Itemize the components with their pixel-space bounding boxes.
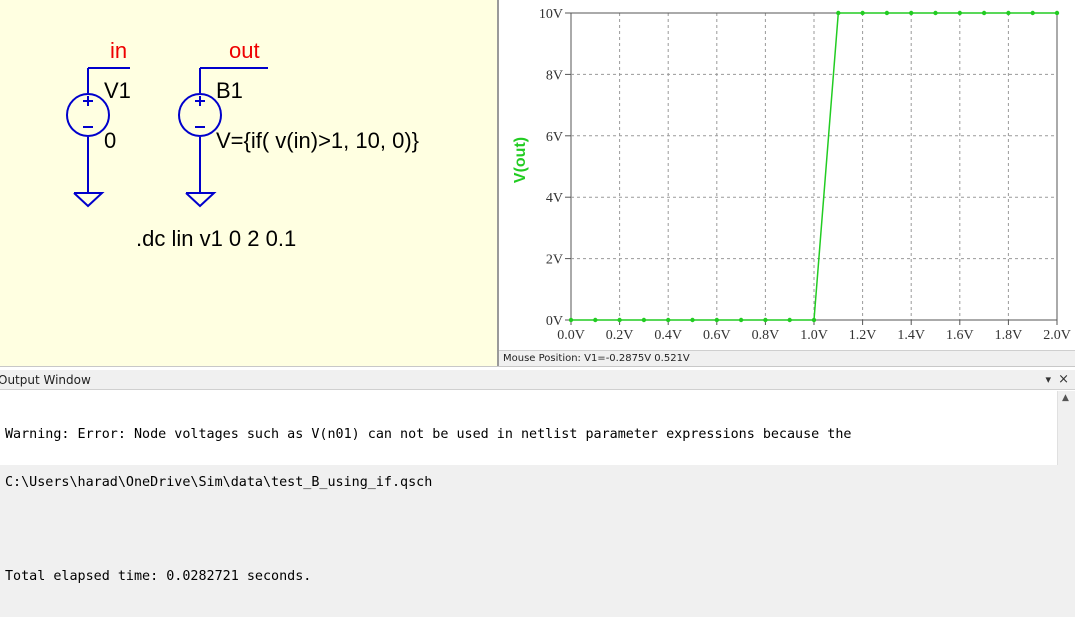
y-tick-label: 10V xyxy=(539,7,563,22)
x-tick-label: 1.2V xyxy=(849,328,877,343)
x-tick-label: 1.6V xyxy=(946,328,974,343)
trace-point[interactable] xyxy=(787,317,792,323)
scroll-up-icon[interactable]: ▲ xyxy=(1062,393,1069,403)
output-window-title: Output Window xyxy=(0,373,91,387)
trace-point[interactable] xyxy=(666,317,671,323)
y-tick-label: 8V xyxy=(546,68,563,83)
trace-point[interactable] xyxy=(1030,10,1035,16)
trace-point[interactable] xyxy=(933,10,938,16)
trace-point[interactable] xyxy=(714,317,719,323)
trace-point[interactable] xyxy=(641,317,647,323)
trace-point[interactable] xyxy=(981,10,987,16)
dropdown-icon[interactable]: ▾ xyxy=(1045,370,1051,390)
y-tick-label: 2V xyxy=(546,253,563,268)
trace-point[interactable] xyxy=(811,317,817,323)
net-label-out[interactable]: out xyxy=(229,40,260,62)
trace-point[interactable] xyxy=(957,10,962,16)
trace-point[interactable] xyxy=(1006,10,1011,16)
schematic-canvas[interactable]: in out V1 0 B1 V={if( v(in)>1, 10, 0)} .… xyxy=(0,0,497,366)
trace-point[interactable] xyxy=(1054,10,1060,16)
x-tick-label: 0.4V xyxy=(654,328,682,343)
y-axis-label[interactable]: V(out) xyxy=(512,137,529,183)
v1-value[interactable]: 0 xyxy=(104,130,116,152)
trace-point[interactable] xyxy=(568,317,574,323)
x-tick-label: 0.2V xyxy=(606,328,634,343)
ground-icon xyxy=(185,192,217,208)
ground-icon xyxy=(73,192,105,208)
y-tick-label: 4V xyxy=(546,191,563,206)
trace-point[interactable] xyxy=(884,10,890,16)
x-tick-label: 0.8V xyxy=(752,328,780,343)
plot-grid xyxy=(570,12,1058,321)
output-window: Output Window ▾ × Warning: Error: Node v… xyxy=(0,366,1075,584)
v1-name[interactable]: V1 xyxy=(104,80,131,102)
trace-point[interactable] xyxy=(738,317,744,323)
output-line: Warning: Error: Node voltages such as V(… xyxy=(5,427,852,442)
behavioral-source-icon[interactable] xyxy=(178,93,222,137)
trace-point[interactable] xyxy=(909,10,914,16)
voltage-source-icon[interactable] xyxy=(66,93,110,137)
trace-point[interactable] xyxy=(690,317,695,323)
x-tick-label: 0.6V xyxy=(703,328,731,343)
x-tick-label: 1.4V xyxy=(897,328,925,343)
plot-area[interactable]: V(out) 0V 2V 4V 6V 8V 10V 0.0V 0.2V 0.4V 0.6V 0.8… xyxy=(499,0,1075,350)
output-line: C:\Users\harad\OneDrive\Sim\data\test_B_… xyxy=(5,475,433,490)
x-tick-label: 1.0V xyxy=(800,328,828,343)
y-tick-label: 6V xyxy=(546,130,563,145)
output-line: Total elapsed time: 0.0282721 seconds. xyxy=(5,569,312,584)
y-tick-labels: 0V 2V 4V 6V 8V 10V xyxy=(539,7,571,329)
output-window-titlebar: Output Window ▾ × xyxy=(0,370,1075,390)
output-text[interactable]: Warning: Error: Node voltages such as V(… xyxy=(5,395,1057,617)
trace-point[interactable] xyxy=(593,317,598,323)
y-tick-label: 0V xyxy=(546,314,563,329)
sim-directive[interactable]: .dc lin v1 0 2 0.1 xyxy=(136,228,296,250)
trace-point[interactable] xyxy=(860,10,865,16)
waveform-viewer[interactable]: V(out) 0V 2V 4V 6V 8V 10V 0.0V 0.2V 0.4V 0.6V 0.8… xyxy=(497,0,1075,366)
x-tick-label: 2.0V xyxy=(1043,328,1071,343)
x-tick-label: 1.8V xyxy=(995,328,1023,343)
close-icon[interactable]: × xyxy=(1058,370,1069,390)
mouse-position-status: Mouse Position: V1=-0.2875V 0.521V xyxy=(499,350,1075,366)
trace-point[interactable] xyxy=(617,317,622,323)
trace-point[interactable] xyxy=(763,317,768,323)
trace-point[interactable] xyxy=(836,10,841,16)
b1-name[interactable]: B1 xyxy=(216,80,243,102)
x-tick-labels: 0.0V 0.2V 0.4V 0.6V 0.8V 1.0V 1.2V 1.4V 1.6V 1.8V… xyxy=(557,320,1071,343)
b1-expression[interactable]: V={if( v(in)>1, 10, 0)} xyxy=(216,130,419,152)
x-tick-label: 0.0V xyxy=(557,328,585,343)
net-label-in[interactable]: in xyxy=(110,40,127,62)
output-scrollbar[interactable]: ▲ xyxy=(1057,391,1075,465)
